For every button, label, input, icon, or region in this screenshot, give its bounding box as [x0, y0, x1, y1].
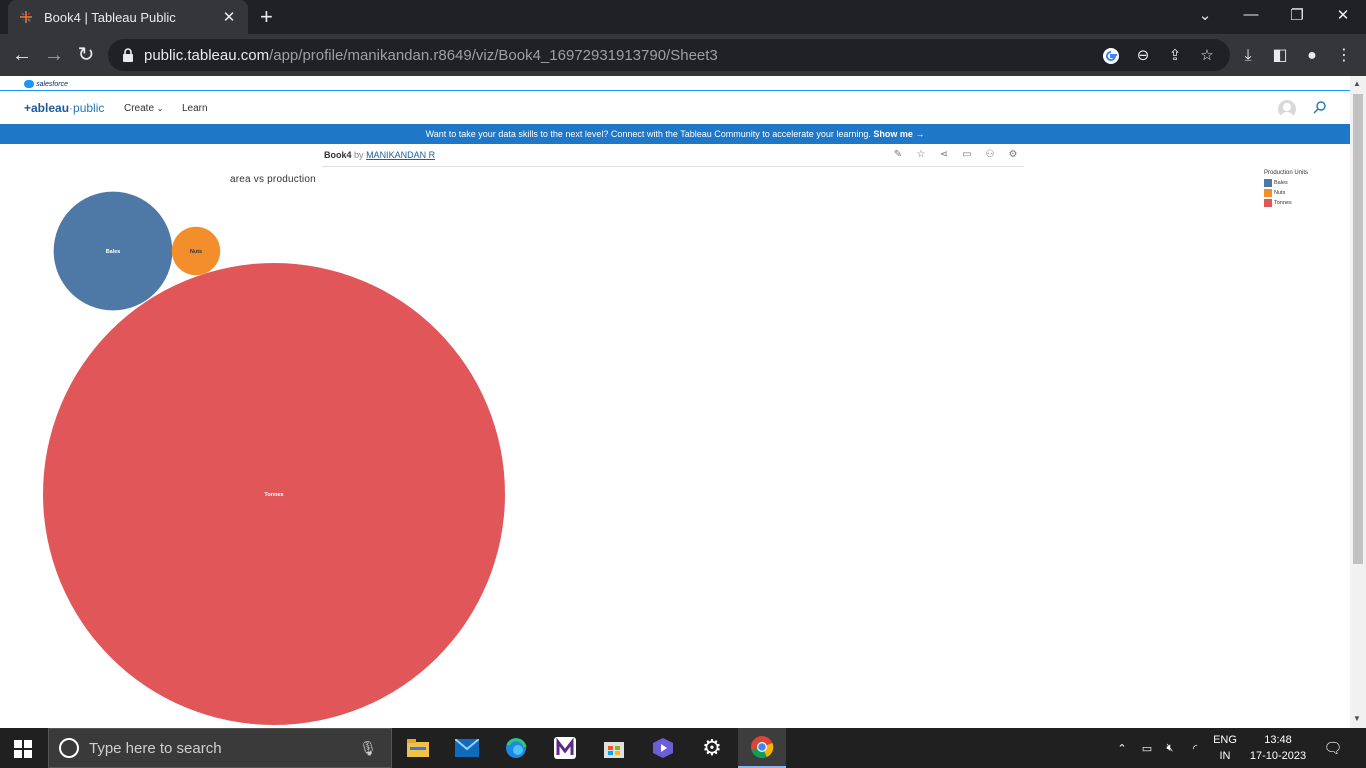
- tab-title: Book4 | Tableau Public: [44, 9, 176, 25]
- notifications-icon[interactable]: 🗨︎: [1320, 728, 1346, 768]
- video-editor-icon[interactable]: [639, 728, 687, 768]
- bubble-label: Tonnes: [264, 492, 283, 498]
- bubble-label: Bales: [106, 249, 121, 255]
- search-circle-icon: [59, 738, 79, 758]
- scroll-thumb[interactable]: [1353, 94, 1363, 564]
- lock-icon: [123, 48, 133, 62]
- file-explorer-icon[interactable]: [394, 728, 442, 768]
- taskbar-search[interactable]: Type here to search 🎙︎: [48, 728, 392, 768]
- taskbar-search-placeholder: Type here to search: [89, 739, 222, 757]
- tab-close-icon[interactable]: ✕: [220, 8, 238, 26]
- google-icon[interactable]: [1102, 47, 1120, 65]
- legend-item-tonnes[interactable]: Tonnes: [1264, 198, 1308, 208]
- url-path: /app/profile/manikandan.r8649/viz/Book4_…: [269, 46, 718, 64]
- tableau-favicon-icon: [18, 9, 34, 25]
- scroll-up-icon[interactable]: ▲: [1353, 79, 1361, 88]
- wifi-icon[interactable]: ◜: [1184, 728, 1206, 768]
- reload-icon[interactable]: ↻: [74, 43, 98, 67]
- legend-item-bales[interactable]: Bales: [1264, 178, 1308, 188]
- battery-icon[interactable]: ▭: [1136, 728, 1158, 768]
- menu-kebab-icon[interactable]: ⋮: [1334, 46, 1354, 66]
- new-tab-button[interactable]: +: [260, 6, 273, 28]
- download-icon[interactable]: ⤓: [1238, 46, 1258, 66]
- tab-search-chevron-icon[interactable]: ⌄: [1195, 6, 1215, 24]
- edge-icon[interactable]: [492, 728, 540, 768]
- language-top: ENG: [1213, 734, 1237, 746]
- share-icon[interactable]: ⇪: [1166, 47, 1184, 65]
- legend: Production Units Bales Nuts Tonnes: [1264, 170, 1308, 208]
- microphone-icon[interactable]: 🎙︎: [359, 740, 377, 757]
- address-bar[interactable]: public.tableau.com/app/profile/manikanda…: [108, 39, 1230, 71]
- clock[interactable]: 13:48 17-10-2023: [1248, 732, 1308, 764]
- clock-time: 13:48: [1264, 734, 1292, 746]
- window-close-icon[interactable]: ✕: [1333, 6, 1353, 24]
- legend-item-nuts[interactable]: Nuts: [1264, 188, 1308, 198]
- chrome-icon[interactable]: [738, 728, 786, 768]
- windows-start-icon[interactable]: [14, 740, 32, 758]
- clock-date: 17-10-2023: [1249, 750, 1307, 762]
- url-host: public.tableau.com: [144, 46, 270, 64]
- language-indicator[interactable]: ENG IN: [1210, 732, 1240, 764]
- legend-label: Tonnes: [1274, 200, 1292, 206]
- browser-tabstrip: Book4 | Tableau Public ✕ + ⌄ — ❐ ✕: [0, 0, 1366, 34]
- legend-swatch: [1264, 189, 1272, 197]
- bookmark-star-icon[interactable]: ☆: [1198, 47, 1216, 65]
- web-page: salesforce +ableau·public Create ⌄ Learn…: [0, 76, 1350, 728]
- minimize-icon[interactable]: —: [1241, 6, 1261, 23]
- legend-swatch: [1264, 179, 1272, 187]
- bubble-chart: Bales Nuts Tonnes: [43, 191, 505, 725]
- browser-tab[interactable]: Book4 | Tableau Public ✕: [8, 0, 248, 34]
- tray-chevron-up-icon[interactable]: ⌃: [1112, 728, 1132, 768]
- back-arrow-icon[interactable]: ←: [10, 43, 34, 67]
- page-scrollbar[interactable]: ▲ ▼: [1350, 76, 1366, 728]
- legend-label: Nuts: [1274, 190, 1286, 196]
- bubble-label: Nuts: [190, 249, 202, 255]
- mail-icon[interactable]: [443, 728, 491, 768]
- store-icon[interactable]: [590, 728, 638, 768]
- app-m-icon[interactable]: [541, 728, 589, 768]
- profile-icon[interactable]: ●: [1302, 46, 1322, 66]
- scroll-down-icon[interactable]: ▼: [1353, 714, 1361, 723]
- forward-arrow-icon[interactable]: →: [42, 43, 66, 67]
- legend-swatch: [1264, 199, 1272, 207]
- volume-muted-icon[interactable]: 🔇︎: [1160, 728, 1180, 768]
- windows-taskbar: Type here to search 🎙︎ ⚙ ⌃ ▭ 🔇︎ ◜ ENG IN…: [0, 728, 1366, 768]
- side-panel-icon[interactable]: ◧: [1270, 46, 1290, 66]
- legend-title: Production Units: [1264, 170, 1309, 176]
- browser-toolbar: ← → ↻ public.tableau.com/app/profile/man…: [0, 34, 1366, 76]
- zoom-icon[interactable]: ⊖: [1134, 47, 1152, 65]
- legend-label: Bales: [1274, 180, 1288, 186]
- language-bottom: IN: [1219, 750, 1231, 762]
- settings-gear-icon[interactable]: ⚙: [688, 728, 736, 768]
- restore-icon[interactable]: ❐: [1287, 6, 1307, 24]
